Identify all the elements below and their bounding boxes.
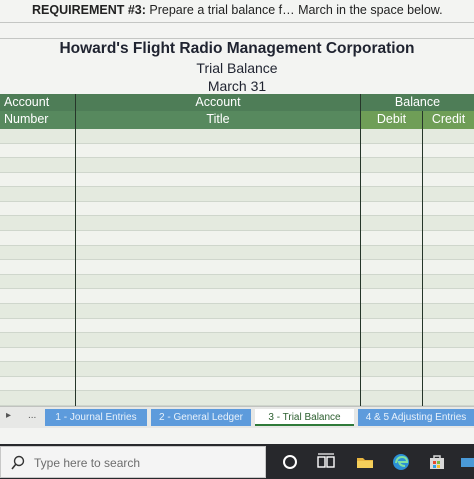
table-row[interactable] [0, 362, 474, 377]
table-row[interactable] [0, 289, 474, 304]
sheet-gridline [0, 38, 474, 39]
table-row[interactable] [0, 347, 474, 363]
table-row[interactable] [0, 333, 474, 348]
requirement-text: REQUIREMENT #3: Prepare a trial balance … [32, 3, 474, 19]
table-row[interactable] [0, 172, 474, 188]
table-header-row-2: Number Title Debit Credit [0, 111, 474, 129]
table-row[interactable] [0, 129, 474, 144]
header-account-title-top[interactable]: Account [76, 94, 360, 111]
tab-journal-entries[interactable]: 1 - Journal Entries [45, 409, 147, 426]
table-row[interactable] [0, 391, 474, 406]
table-row[interactable] [0, 216, 474, 232]
taskbar-search-box[interactable]: Type here to search [0, 446, 266, 478]
header-debit[interactable]: Debit [361, 111, 422, 129]
table-row[interactable] [0, 260, 474, 275]
table-row[interactable] [0, 376, 474, 392]
column-divider [75, 94, 76, 406]
cortana-icon[interactable] [280, 452, 300, 472]
table-row[interactable] [0, 274, 474, 290]
tab-scroll-arrow-icon[interactable]: ▸ [6, 410, 11, 421]
table-row[interactable] [0, 318, 474, 334]
table-body [0, 129, 474, 406]
column-divider [360, 94, 361, 406]
tab-trial-balance[interactable]: 3 - Trial Balance [255, 409, 354, 426]
table-row[interactable] [0, 143, 474, 159]
requirement-label: REQUIREMENT #3: [32, 3, 146, 17]
tab-more-button[interactable]: ... [28, 410, 36, 421]
store-icon[interactable] [427, 452, 447, 472]
trial-balance-table: Account Account Balance Number Title Deb… [0, 94, 474, 406]
file-explorer-icon[interactable] [355, 452, 375, 472]
table-row[interactable] [0, 303, 474, 319]
tab-general-ledger[interactable]: 2 - General Ledger [151, 409, 251, 426]
table-header-row-1: Account Account Balance [0, 94, 474, 111]
search-input[interactable]: Type here to search [34, 456, 140, 470]
task-view-icon[interactable] [316, 452, 336, 472]
table-row[interactable] [0, 158, 474, 173]
header-title[interactable]: Title [76, 111, 360, 129]
table-row[interactable] [0, 245, 474, 261]
mail-icon[interactable] [460, 452, 474, 472]
column-divider [422, 111, 423, 406]
statement-title[interactable]: Trial Balance [0, 60, 474, 76]
sheet-tab-bar: ▸ ... 1 - Journal Entries 2 - General Le… [0, 406, 474, 428]
edge-icon[interactable] [391, 452, 411, 472]
header-credit[interactable]: Credit [423, 111, 474, 129]
search-icon [11, 455, 25, 470]
header-account-number-top[interactable]: Account [4, 94, 74, 111]
company-name[interactable]: Howard's Flight Radio Management Corpora… [0, 40, 474, 58]
table-row[interactable] [0, 231, 474, 246]
table-row[interactable] [0, 187, 474, 202]
header-balance[interactable]: Balance [361, 94, 474, 111]
tab-adjusting-entries[interactable]: 4 & 5 Adjusting Entries [358, 409, 474, 426]
windows-taskbar: Type here to search [0, 444, 474, 479]
sheet-gridline [0, 22, 474, 23]
requirement-instructions: Prepare a trial balance f… March in the … [145, 3, 443, 17]
header-number[interactable]: Number [4, 111, 74, 129]
statement-date[interactable]: March 31 [0, 78, 474, 94]
table-row[interactable] [0, 201, 474, 217]
